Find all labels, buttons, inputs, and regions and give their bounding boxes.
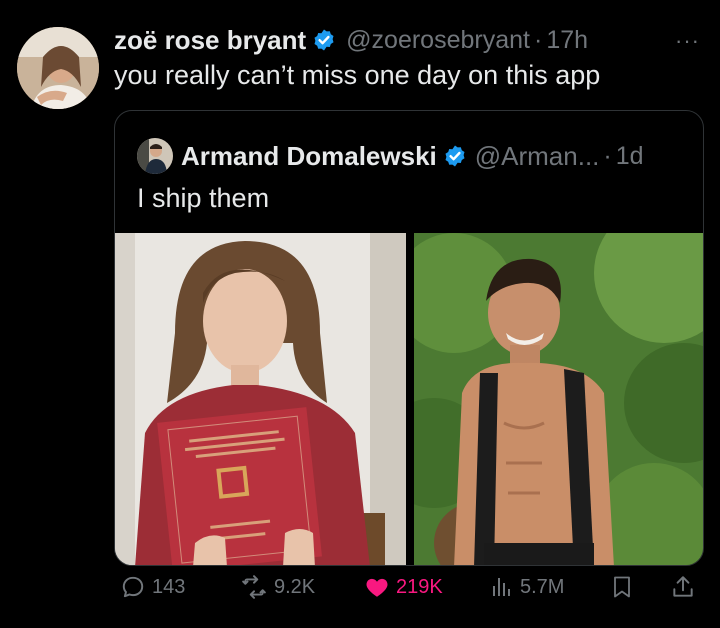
bookmark-icon — [614, 576, 630, 598]
quoted-tweet[interactable]: Armand Domalewski @Arman... · 1d I ship … — [114, 110, 704, 566]
reply-button[interactable]: 143 — [120, 574, 185, 600]
separator-dot: · — [603, 141, 612, 170]
views-count: 5.7M — [520, 575, 565, 598]
like-button[interactable]: 219K — [364, 574, 443, 600]
repost-icon — [242, 575, 266, 599]
verified-badge-icon — [445, 145, 465, 167]
quoted-author-avatar[interactable] — [137, 138, 173, 174]
quoted-tweet-header: Armand Domalewski @Arman... · 1d — [181, 136, 644, 176]
author-avatar[interactable] — [17, 27, 99, 109]
bookmark-button[interactable] — [610, 573, 640, 601]
timestamp[interactable]: 17h — [546, 26, 588, 55]
quoted-timestamp[interactable]: 1d — [616, 142, 644, 171]
tweet-actions: 143 9.2K 219K 5.7M — [114, 568, 706, 606]
author-name[interactable]: zoë rose bryant — [114, 25, 306, 56]
separator-dot: · — [533, 25, 543, 54]
quoted-tweet-text: I ship them — [137, 183, 270, 213]
views-icon — [493, 578, 510, 596]
tweet-text: you really can’t miss one day on this ap… — [114, 60, 601, 90]
tweet-header: zoë rose bryant @zoerosebryant · 17h — [114, 22, 700, 58]
share-icon — [673, 576, 693, 597]
media-grid — [115, 233, 703, 565]
heart-icon — [366, 578, 388, 597]
like-count: 219K — [396, 575, 443, 598]
repost-count: 9.2K — [274, 575, 316, 598]
quoted-author-handle[interactable]: @Arman... — [475, 141, 600, 172]
reply-icon — [122, 576, 144, 598]
verified-badge-icon — [314, 29, 334, 51]
share-button[interactable] — [670, 573, 702, 601]
reply-count: 143 — [152, 575, 186, 598]
more-options-icon[interactable]: ··· — [675, 28, 700, 54]
media-photo-shirtless-hiker[interactable] — [414, 233, 703, 565]
views-button[interactable]: 5.7M — [490, 574, 564, 600]
author-handle[interactable]: @zoerosebryant — [346, 26, 530, 55]
repost-button[interactable]: 9.2K — [240, 574, 315, 600]
media-photo-woman-with-thesis[interactable] — [115, 233, 406, 565]
quoted-author-name[interactable]: Armand Domalewski — [181, 141, 437, 172]
